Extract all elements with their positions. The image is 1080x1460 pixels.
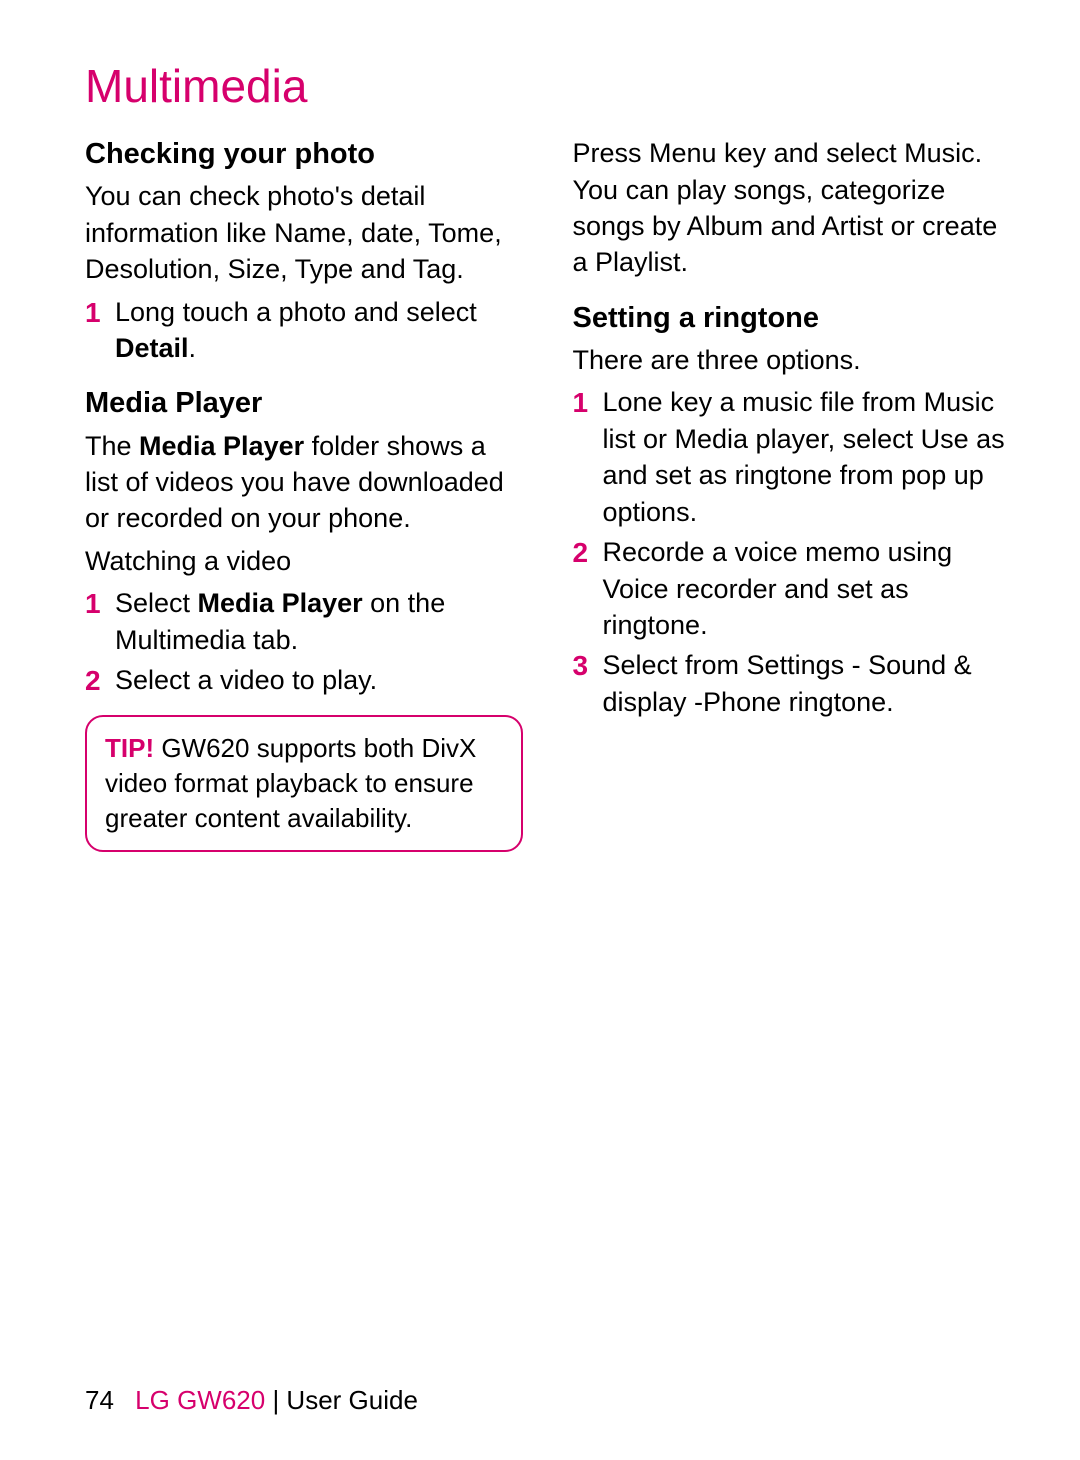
list-number: 2: [85, 662, 101, 700]
tip-label: TIP!: [105, 733, 154, 763]
content-columns: Checking your photo You can check photo'…: [85, 135, 1010, 852]
list-text-pre: Long touch a photo and select: [115, 297, 477, 327]
list-item: 1 Select Media Player on the Multimedia …: [85, 585, 523, 658]
footer-guide: User Guide: [286, 1385, 418, 1415]
list-number: 1: [85, 585, 101, 623]
list-number: 3: [573, 647, 589, 685]
heading-media-player: Media Player: [85, 384, 523, 423]
footer-brand: LG GW620: [135, 1385, 265, 1415]
list-number: 1: [85, 294, 101, 332]
list-text-bold: Media Player: [198, 588, 363, 618]
column-left: Checking your photo You can check photo'…: [85, 135, 523, 852]
list-ringtone: 1 Lone key a music file from Music list …: [573, 384, 1011, 720]
page-footer: 74 LG GW620 | User Guide: [85, 1383, 418, 1418]
para-pre: The: [85, 431, 139, 461]
list-text: Recorde a voice memo using Voice recorde…: [603, 537, 953, 640]
list-item: 1 Lone key a music file from Music list …: [573, 384, 1011, 530]
list-text-bold: Detail: [115, 333, 189, 363]
tip-box: TIP! GW620 supports both DivX video form…: [85, 715, 523, 852]
list-item: 3 Select from Settings - Sound & display…: [573, 647, 1011, 720]
para-music: Press Menu key and select Music. You can…: [573, 135, 1011, 281]
list-number: 2: [573, 534, 589, 572]
list-text: Select a video to play.: [115, 665, 377, 695]
list-number: 1: [573, 384, 589, 422]
para-watching-video: Watching a video: [85, 543, 523, 579]
page-title: Multimedia: [85, 55, 1010, 117]
list-text-pre: Select: [115, 588, 198, 618]
heading-checking-photo: Checking your photo: [85, 135, 523, 174]
list-item: 1 Long touch a photo and select Detail.: [85, 294, 523, 367]
heading-ringtone: Setting a ringtone: [573, 299, 1011, 338]
footer-sep: |: [265, 1385, 286, 1415]
list-text-post: .: [189, 333, 197, 363]
list-item: 2 Select a video to play.: [85, 662, 523, 698]
para-media-folder: The Media Player folder shows a list of …: [85, 428, 523, 537]
list-item: 2 Recorde a voice memo using Voice recor…: [573, 534, 1011, 643]
list-text: Lone key a music file from Music list or…: [603, 387, 1005, 526]
page-number: 74: [85, 1385, 114, 1415]
tip-text: GW620 supports both DivX video format pl…: [105, 733, 476, 833]
para-bold: Media Player: [139, 431, 304, 461]
list-text: Select from Settings - Sound & display -…: [603, 650, 972, 716]
column-right: Press Menu key and select Music. You can…: [573, 135, 1011, 852]
list-watching-video: 1 Select Media Player on the Multimedia …: [85, 585, 523, 698]
para-three-options: There are three options.: [573, 342, 1011, 378]
list-checking-photo: 1 Long touch a photo and select Detail.: [85, 294, 523, 367]
para-photo-detail: You can check photo's detail information…: [85, 178, 523, 287]
